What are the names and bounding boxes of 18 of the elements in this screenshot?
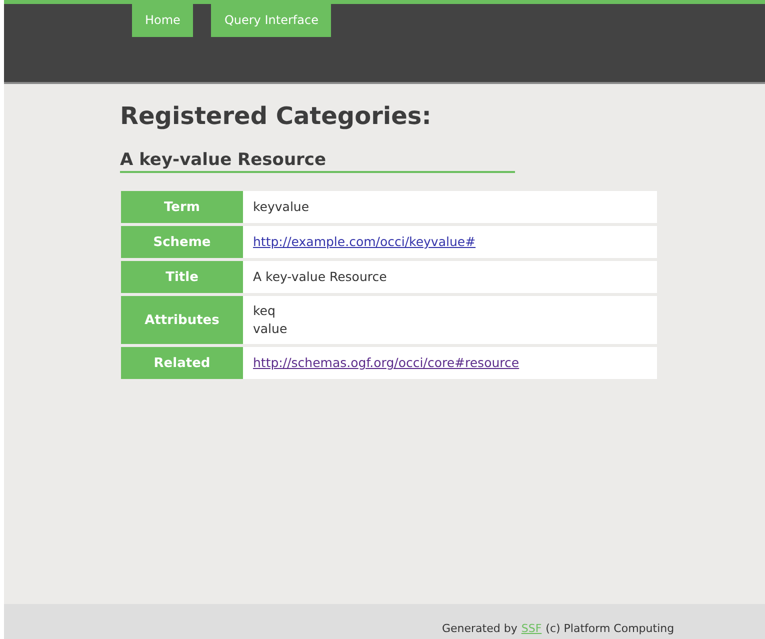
value-text: keq — [253, 302, 276, 320]
value-text: value — [253, 320, 288, 338]
footer-text: (c) Platform Computing — [546, 622, 674, 635]
row-label: Related — [121, 347, 243, 379]
value-link[interactable]: http://schemas.ogf.org/occi/core#resource — [253, 354, 520, 372]
value-text: A key-value Resource — [253, 268, 388, 286]
row-label: Attributes — [121, 296, 243, 344]
page-heading: Registered Categories: — [120, 102, 432, 130]
row-label: Title — [121, 261, 243, 293]
value-link[interactable]: http://example.com/occi/keyvalue# — [253, 233, 476, 251]
nav-tab[interactable]: Home — [132, 4, 194, 37]
footer-text: Generated by — [442, 622, 518, 635]
nav-tab[interactable]: Query Interface — [211, 4, 332, 37]
footer-link[interactable]: SSF — [521, 622, 542, 635]
row-label: Term — [121, 191, 243, 223]
category-heading: A key-value Resource — [120, 150, 515, 173]
value-text: keyvalue — [253, 198, 310, 216]
row-label: Scheme — [121, 226, 243, 258]
